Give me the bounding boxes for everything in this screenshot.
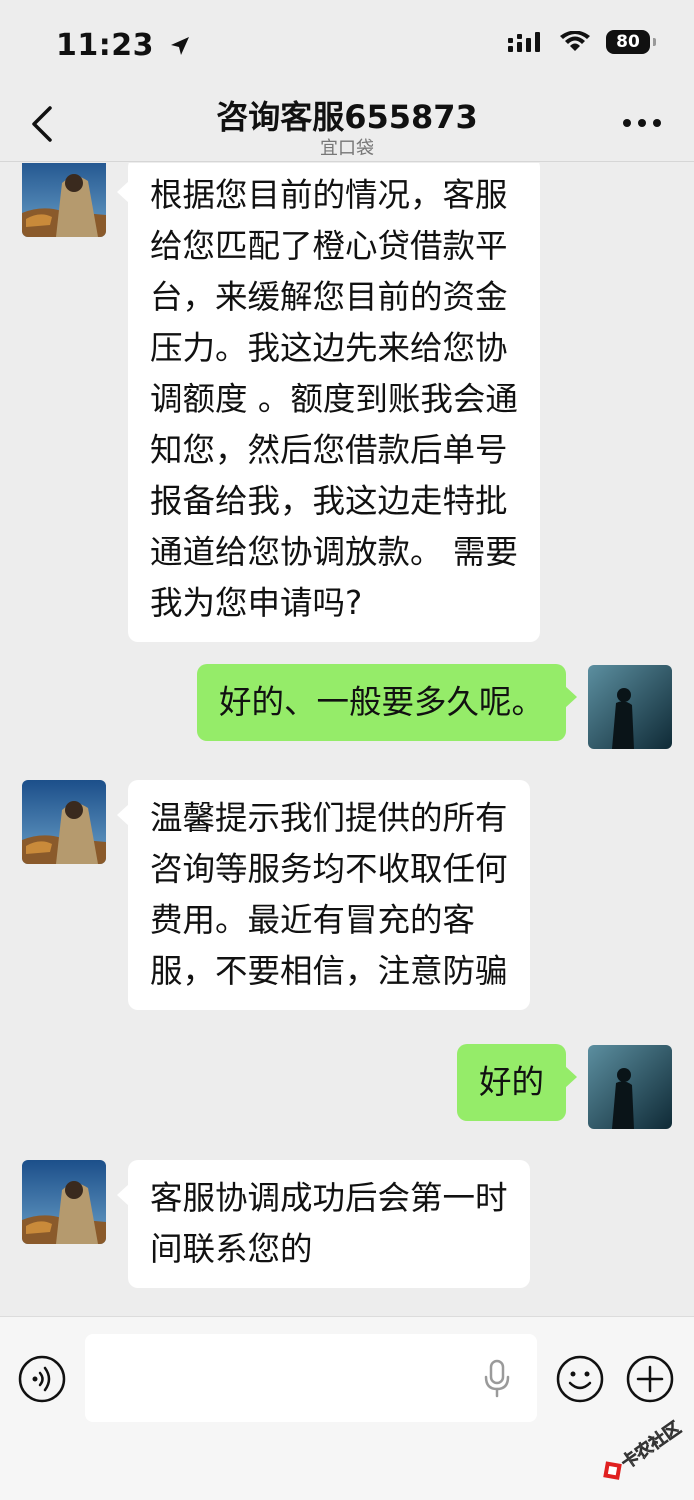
avatar-agent-image xyxy=(22,780,106,864)
wifi-icon xyxy=(560,31,590,51)
battery-icon: 80 xyxy=(606,30,656,54)
message-bubble-self[interactable]: 好的 xyxy=(456,1044,578,1121)
avatar-self-image xyxy=(588,665,672,749)
watermark-text: 卡农社区 xyxy=(617,1417,685,1473)
location-arrow-icon xyxy=(170,37,189,55)
status-bar: 11:23 80 xyxy=(0,0,694,90)
nav-bar: 咨询客服655873 宜口袋 xyxy=(0,90,694,162)
message-line: 温馨提示我们提供的所有 xyxy=(150,799,508,837)
message-bubble-self[interactable]: 好的、一般要多久呢。 xyxy=(196,664,578,741)
avatar-agent[interactable] xyxy=(22,780,106,864)
avatar-agent[interactable] xyxy=(22,163,106,237)
voice-icon xyxy=(18,1355,66,1403)
message-bubble-agent[interactable]: 温馨提示我们提供的所有 咨询等服务均不收取任何 费用。最近有冒充的客 服，不要相… xyxy=(117,780,530,1010)
plus-icon xyxy=(626,1355,674,1403)
message-line: 台，来缓解您目前的资金 xyxy=(150,278,508,316)
message-line: 我为您申请吗? xyxy=(150,584,363,622)
avatar-self[interactable] xyxy=(588,665,672,749)
mic-button[interactable] xyxy=(482,1359,512,1399)
more-button[interactable] xyxy=(620,108,664,138)
message-bubble-agent[interactable]: 根据您目前的情况，客服 给您匹配了橙心贷借款平 台，来缓解您目前的资金 压力。我… xyxy=(117,163,540,642)
message-line: 给您匹配了橙心贷借款平 xyxy=(150,227,508,265)
message-line: 咨询等服务均不收取任何 xyxy=(150,850,508,888)
emoji-icon xyxy=(556,1355,604,1403)
avatar-agent[interactable] xyxy=(22,1160,106,1244)
avatar-agent-image xyxy=(22,163,106,237)
avatar-self-image xyxy=(588,1045,672,1129)
voice-button[interactable] xyxy=(18,1355,66,1403)
avatar-self[interactable] xyxy=(588,1045,672,1129)
chat-subtitle: 宜口袋 xyxy=(320,138,374,159)
message-bubble-agent[interactable]: 客服协调成功后会第一时 间联系您的 xyxy=(117,1160,530,1288)
mic-icon xyxy=(484,1359,510,1398)
message-line: 报备给我，我这边走特批 xyxy=(150,482,508,520)
message-line: 好的 xyxy=(478,1063,544,1101)
message-line: 费用。最近有冒充的客 xyxy=(150,901,476,939)
more-actions-button[interactable] xyxy=(626,1355,674,1403)
message-line: 知您，然后您借款后单号 xyxy=(150,431,508,469)
message-line: 调额度 。额度到账我会通 xyxy=(150,380,518,418)
message-line: 客服协调成功后会第一时 xyxy=(150,1179,508,1217)
watermark-logo-icon: 卡农社区 xyxy=(603,1417,685,1480)
watermark: 卡农社区 xyxy=(590,1410,694,1490)
message-line: 压力。我这边先来给您协 xyxy=(150,329,508,367)
status-indicators: 80 xyxy=(508,30,656,54)
battery-level: 80 xyxy=(616,32,640,52)
chat-title: 咨询客服655873 xyxy=(216,98,478,136)
message-line: 好的、一般要多久呢。 xyxy=(218,683,544,721)
message-input[interactable] xyxy=(85,1334,537,1422)
message-line: 根据您目前的情况，客服 xyxy=(150,176,508,214)
emoji-button[interactable] xyxy=(556,1355,604,1403)
avatar-agent-image xyxy=(22,1160,106,1244)
message-line: 服，不要相信，注意防骗 xyxy=(150,952,508,990)
chat-area[interactable]: 根据您目前的情况，客服 给您匹配了橙心贷借款平 台，来缓解您目前的资金 压力。我… xyxy=(0,163,694,1316)
more-icon xyxy=(623,119,661,127)
message-line: 通道给您协调放款。 需要 xyxy=(150,533,518,571)
status-time: 11:23 xyxy=(56,28,191,63)
signal-icon xyxy=(508,32,540,52)
message-line: 间联系您的 xyxy=(150,1230,313,1268)
